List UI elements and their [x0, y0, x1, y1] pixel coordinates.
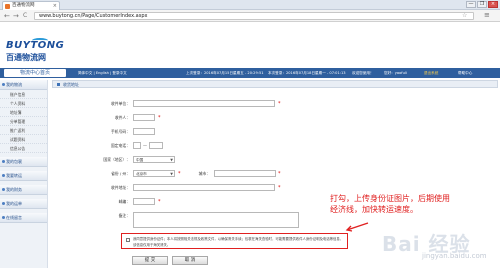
phone-number-input[interactable] [149, 142, 163, 149]
watermark-url: jingyan.baidu.com [422, 252, 487, 260]
cancel-button[interactable]: 取 消 [172, 256, 208, 265]
annotation-text: 打勾，上传身份证图片，后期使用经济线，加快转运速度。 [330, 194, 450, 214]
city-input[interactable] [214, 170, 276, 177]
sidebar-item-account[interactable]: 账户信息 [0, 90, 47, 99]
maximize-icon[interactable]: ❐ [477, 1, 487, 8]
agreement-checkbox[interactable] [126, 238, 130, 242]
required-mark: * [278, 101, 281, 107]
minimize-icon[interactable]: — [466, 1, 476, 8]
sidebar-item-referral[interactable]: 推广返利 [0, 126, 47, 135]
remark-label: 备注： [118, 213, 130, 218]
phone-label: 固定电话： [111, 143, 130, 148]
zip-label: 邮编： [118, 199, 130, 204]
browser-tab[interactable]: 百通物流网 × [2, 1, 60, 10]
sidebar-section-finance[interactable]: 我的财务 [0, 185, 47, 195]
agreement-box: 我同意提供身份证件；本人将按照相关法规及政策文件，以确保清关手续；包裹在海关查验… [121, 233, 348, 249]
address-label: 收件地址： [111, 185, 130, 190]
help-link[interactable]: 帮助中心 [458, 68, 472, 78]
site-logo[interactable]: BUYTONG 百通物流网 [6, 38, 76, 64]
sidebar-section-packages[interactable]: 我的包裹 [0, 157, 47, 167]
logout-link[interactable]: 退出系统 [424, 68, 438, 78]
chevron-down-icon: ▼ [170, 158, 173, 162]
required-mark: * [158, 199, 161, 205]
last-login: 上次登录：2016年07月15日星期五 - 20:29:51 [186, 71, 264, 75]
window-controls: — ❐ × [466, 1, 498, 8]
sidebar: 我的物流 账户信息 个人资料 地址簿 分单管理 推广返利 试题资料 信息公告 我… [0, 80, 48, 268]
this-login: 本次登录：2016年07月18日星期一 - 07:01:13 [268, 71, 346, 75]
favicon-icon [5, 4, 10, 9]
mobile-label: 手机号码： [111, 129, 130, 134]
sidebar-section-my-logistics[interactable]: 我的物流 [0, 80, 47, 90]
panel-title: 收货地址 [52, 80, 498, 88]
url-input[interactable]: www.buytong.cn/Page/CustomerIndex.aspx [34, 12, 474, 20]
phone-dash: — [143, 143, 147, 148]
close-tab-icon[interactable]: × [53, 2, 57, 10]
country-value: 中国 [136, 158, 144, 162]
city-label: 城市： [198, 171, 210, 176]
company-input[interactable] [133, 100, 275, 107]
phone-area-input[interactable] [133, 142, 141, 149]
country-select[interactable]: 中国 ▼ [133, 156, 175, 163]
submit-button[interactable]: 提 交 [132, 256, 168, 265]
language-switch[interactable]: 简体中文 | English | 登录中文 [78, 68, 127, 78]
forward-icon[interactable]: → [13, 12, 19, 20]
required-mark: * [278, 185, 281, 191]
name-input[interactable] [133, 114, 155, 121]
home-button[interactable]: 物流中心首页 [4, 69, 66, 77]
reload-icon[interactable]: C [23, 12, 27, 20]
top-nav-bar: 物流中心首页 简体中文 | English | 登录中文 上次登录：2016年0… [0, 68, 500, 78]
user-name: 您好：yaofuli [384, 71, 407, 75]
welcome-text: 欢迎您使用！ [352, 71, 374, 75]
sidebar-section-messages[interactable]: 在线留言 [0, 213, 47, 223]
agreement-text: 我同意提供身份证件；本人将按照相关法规及政策文件，以确保清关手续；包裹在海关查验… [133, 237, 344, 247]
province-label: 省份 / 州： [111, 171, 130, 176]
name-label: 收件人： [114, 115, 130, 120]
close-window-icon[interactable]: × [488, 1, 498, 8]
logo-cn: 百通物流网 [6, 53, 46, 62]
zip-input[interactable] [133, 198, 155, 205]
tab-title: 百通物流网 [12, 3, 35, 8]
sidebar-item-address-book[interactable]: 地址簿 [0, 108, 47, 117]
browser-tab-bar: 百通物流网 × — ❐ × [0, 0, 500, 10]
address-bar: ← → C www.buytong.cn/Page/CustomerIndex.… [0, 10, 500, 22]
address-input[interactable] [133, 184, 275, 191]
sidebar-item-materials[interactable]: 试题资料 [0, 135, 47, 144]
company-label: 收件单位： [111, 101, 130, 106]
bookmark-star-icon[interactable]: ☆ [462, 12, 467, 20]
sidebar-section-transfer[interactable]: 我要转运 [0, 171, 47, 181]
sidebar-item-split[interactable]: 分单管理 [0, 117, 47, 126]
sidebar-item-profile[interactable]: 个人资料 [0, 99, 47, 108]
browser-menu-icon[interactable]: ≡ [484, 12, 490, 19]
required-mark: * [158, 115, 161, 121]
logo-swoosh-icon [32, 38, 48, 43]
back-icon[interactable]: ← [4, 12, 10, 20]
remark-textarea[interactable] [133, 212, 299, 228]
mobile-input[interactable] [133, 128, 155, 135]
sidebar-section-waybills[interactable]: 我的运单 [0, 199, 47, 209]
required-mark: * [278, 171, 281, 177]
annotation-arrow-icon [345, 222, 369, 232]
sidebar-item-notices[interactable]: 信息公告 [0, 144, 47, 153]
country-label: 国家（地区）： [103, 157, 130, 162]
